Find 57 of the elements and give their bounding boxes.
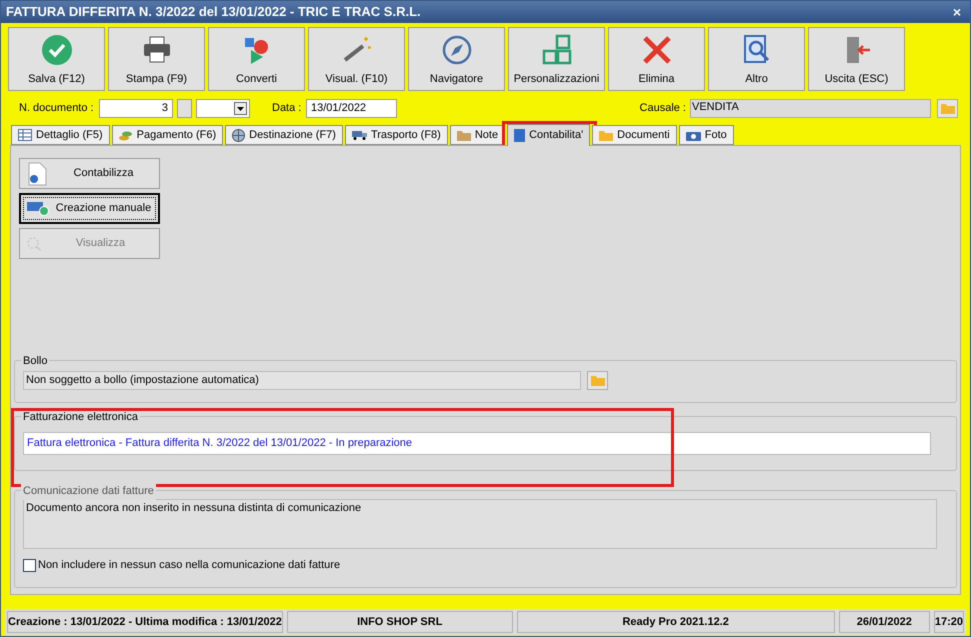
table-icon <box>18 129 32 141</box>
toolbar-button[interactable]: Salva (F12) <box>8 27 105 91</box>
toolbar-button[interactable]: Uscita (ESC) <box>808 27 905 91</box>
date-field[interactable]: 13/01/2022 <box>306 98 397 118</box>
toolbar-button[interactable]: Visual. (F10) <box>308 27 405 91</box>
toolbar-button[interactable]: Stampa (F9) <box>108 27 205 91</box>
causale-field[interactable]: VENDITA <box>690 98 931 118</box>
browse-button[interactable] <box>937 98 958 118</box>
folder-icon <box>599 130 614 140</box>
status-cell: Ready Pro 2021.12.2 <box>516 611 835 633</box>
toolbar-button[interactable]: Navigatore <box>408 27 505 91</box>
action-button[interactable]: Contabilizza <box>19 158 160 189</box>
bollo-field[interactable]: Non soggetto a bollo (impostazione automatica) <box>23 371 581 390</box>
browse-button[interactable] <box>587 371 608 390</box>
field-label: Data : <box>272 100 302 116</box>
magnifier-icon <box>26 236 42 252</box>
status-cell: Creazione : 13/01/2022 - Ultima modifica : 13/01/2022 <box>7 611 283 633</box>
toolbar-button[interactable]: Elimina <box>608 27 705 91</box>
checkbox-label: Non includere in nessun caso nella comunicazione dati fatture <box>38 558 340 573</box>
toolbar-button[interactable]: Personalizzazioni <box>508 27 605 91</box>
tab[interactable]: Pagamento (F6) <box>112 125 224 145</box>
field-label: N. documento : <box>19 100 95 116</box>
close-button[interactable]: × <box>948 5 965 19</box>
folder-icon <box>590 375 604 386</box>
series-dropdown[interactable] <box>196 98 250 118</box>
blocks-icon <box>540 34 572 66</box>
card-add-icon <box>27 202 49 216</box>
action-button[interactable]: Creazione manuale <box>19 193 160 224</box>
delete-icon <box>640 34 672 66</box>
book-icon <box>514 129 526 142</box>
tab[interactable]: Foto <box>678 125 734 145</box>
truck-icon <box>352 130 367 140</box>
group-title: Comunicazione dati fatture <box>21 483 156 500</box>
tab[interactable]: Dettaglio (F5) <box>11 125 110 145</box>
status-cell: INFO SHOP SRL <box>286 611 513 633</box>
tab[interactable]: Trasporto (F8) <box>344 125 448 145</box>
globe-icon <box>232 128 246 142</box>
tab[interactable]: Contabilita' <box>507 124 590 146</box>
communication-status-field: Documento ancora non inserito in nessuna distinta di comunicazione <box>23 499 937 549</box>
folder-icon <box>456 130 471 140</box>
checkbox[interactable] <box>23 558 36 572</box>
window-title: FATTURA DIFFERITA N. 3/2022 del 13/01/2022 - TRIC E TRAC S.R.L. <box>6 3 421 22</box>
field-label: Causale : <box>640 100 686 116</box>
tab[interactable]: Destinazione (F7) <box>225 125 343 145</box>
spin-button[interactable] <box>177 98 192 118</box>
tab[interactable]: Documenti <box>592 125 677 145</box>
toolbar-button[interactable]: Altro <box>708 27 805 91</box>
camera-icon <box>686 130 701 140</box>
coins-icon <box>118 129 133 141</box>
e-invoice-status-field[interactable]: Fattura elettronica - Fattura differita N. 3/2022 del 13/01/2022 - In preparazione <box>23 432 931 455</box>
toolbar-button[interactable]: Converti <box>208 27 305 91</box>
status-cell: 26/01/2022 <box>838 611 930 633</box>
compass-icon <box>440 34 472 66</box>
folder-icon <box>940 102 954 114</box>
status-cell: 17:20 <box>934 611 964 633</box>
document-number-field[interactable]: 3 <box>99 98 173 118</box>
check-icon <box>40 34 72 66</box>
